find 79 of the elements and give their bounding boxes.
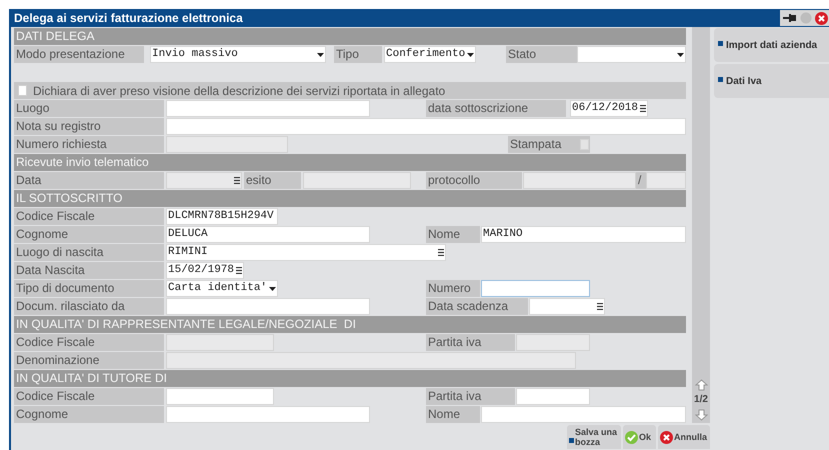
section-header: Ricevute invio telematico [14,154,686,171]
section-header: IN QUALITA' DI RAPPRESENTANTE LEGALE/NEGOZIALE DI [14,316,686,333]
field-label: Codice Fiscale [14,208,164,225]
field-label: Stato [506,46,577,63]
section-header: IN QUALITA' DI TUTORE DI [14,370,686,387]
caret-icon [269,286,276,290]
input-field[interactable]: MARINO [481,226,686,243]
field-label: Docum. rilasciato da [14,298,164,315]
input-field[interactable] [516,388,590,405]
field-label: Tipo [334,46,382,63]
square-icon [718,41,723,46]
section-header: IL SOTTOSCRITTO [14,190,686,207]
date-field[interactable] [529,298,605,315]
side-button[interactable]: Dati Iva [714,64,829,98]
dropdown[interactable] [577,46,686,63]
input-field[interactable]: DLCMRN78B15H294V [166,208,278,225]
caret-icon [677,52,684,56]
input-field[interactable] [166,118,686,135]
save-draft-button[interactable]: Salva una bozza [567,425,621,449]
input-field[interactable] [481,406,686,423]
dropdown[interactable]: Conferimento [384,46,476,63]
input-field[interactable] [166,298,370,315]
input-field[interactable] [166,406,370,423]
field-label: Codice Fiscale [14,388,164,405]
circle-icon[interactable] [800,12,812,24]
dropdown[interactable]: Invio massivo [150,46,326,63]
check-icon [625,430,638,444]
field-label: Data Nascita [14,262,164,279]
caret-icon [467,52,474,56]
field-label: Codice Fiscale [14,334,164,351]
ok-button[interactable]: Ok [623,425,656,449]
list-icon[interactable] [597,303,603,310]
checkbox[interactable] [18,85,27,96]
field-label: Nome [426,226,480,243]
field-label: Cognome [14,406,164,423]
field-label: Numero [426,280,480,297]
caret-icon [317,52,324,56]
input-field[interactable]: DELUCA [166,226,370,243]
field-label: / [636,172,646,189]
close-icon [660,430,673,444]
square-icon [569,438,574,442]
field-label: Stampata [508,136,578,153]
dropdown[interactable]: Carta identita' [166,280,278,297]
field-label: protocollo [426,172,522,189]
field-label: Partita iva [426,388,515,405]
up-arrow-icon[interactable] [694,379,708,391]
field-label: Partita iva [426,334,515,351]
square-icon [718,77,723,82]
field-label: Nota su registro [14,118,164,135]
field-label: Numero richiesta [14,136,164,153]
date-field[interactable]: 15/02/1978 [166,262,244,279]
input-field[interactable]: RIMINI [166,244,446,261]
cancel-button[interactable]: Annulla [658,425,710,449]
side-button[interactable]: Import dati azienda [714,28,829,62]
input-field[interactable] [166,100,370,117]
field-label: Cognome [14,226,164,243]
down-arrow-icon[interactable] [694,409,708,421]
field-label: Data [14,172,164,189]
window-title: Delega ai servizi fatturazione elettronica [13,10,243,27]
list-icon[interactable] [236,267,242,274]
field-label: Tipo di documento [14,280,164,297]
date-field[interactable]: 06/12/2018 [570,100,648,117]
checkbox-label: Dichiara di aver preso visione della descrizione dei servizi riportata in allegato [33,82,446,100]
page-indicator: 1/2 [694,394,708,406]
field-label: data sottoscrizione [426,100,566,117]
list-icon[interactable] [640,105,646,112]
pin-icon[interactable] [783,13,797,23]
field-label: Denominazione [14,352,164,369]
list-icon[interactable] [438,249,444,256]
field-label: Luogo [14,100,164,117]
field-label: Luogo di nascita [14,244,164,261]
input-field[interactable] [166,388,274,405]
field-label: Nome [426,406,480,423]
field-label: Data scadenza [426,298,528,315]
field-label: Modo presentazione [14,46,144,63]
close-icon[interactable] [815,12,828,24]
input-field[interactable] [481,280,590,297]
section-header: DATI DELEGA [14,28,686,45]
field-label: esito [244,172,301,189]
